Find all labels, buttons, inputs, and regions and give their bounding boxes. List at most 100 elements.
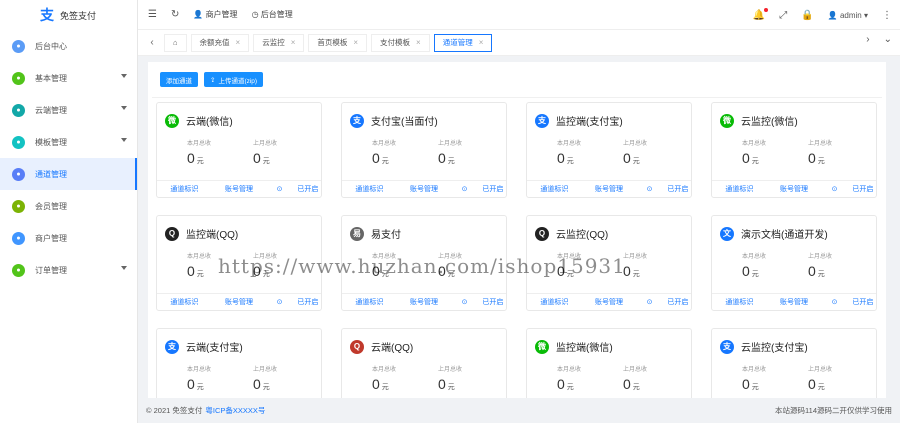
close-icon[interactable]: × xyxy=(416,38,421,47)
sidebar-item-label: 模板管理 xyxy=(35,137,67,147)
status-dot-icon: ⊙ xyxy=(646,299,653,306)
channel-tag-link[interactable]: 通道标识 xyxy=(712,294,767,310)
close-icon[interactable]: × xyxy=(353,38,358,47)
account-mgmt-link[interactable]: 账号管理 xyxy=(767,294,822,310)
channel-tag-link[interactable]: 通道标识 xyxy=(527,181,582,197)
month-label: 本月总收 xyxy=(557,141,582,147)
icp-link[interactable]: 粤ICP备XXXXX号 xyxy=(205,405,265,416)
status-dot-icon: ⊙ xyxy=(276,186,283,193)
account-mgmt-link[interactable]: 账号管理 xyxy=(397,294,452,310)
upload-icon: ⇪ xyxy=(210,76,216,84)
sidebar-item-label: 订单管理 xyxy=(35,265,67,275)
tab-item[interactable]: 通道管理 × xyxy=(433,33,493,52)
tab-label: 通道管理 xyxy=(442,38,473,47)
user-menu[interactable]: 👤 admin ▾ xyxy=(828,11,868,20)
menu-item-icon: ● xyxy=(12,199,25,213)
footer-note: 本站源码114源码二开仅供学习使用 xyxy=(775,406,892,415)
close-icon[interactable]: × xyxy=(291,38,296,47)
footer: © 2021 免签支付 粤ICP备XXXXX号 本站源码114源码二开仅供学习使… xyxy=(138,398,900,423)
channel-card: 微云端(微信) 本月总收 上月总收 0 元 0 元通道标识 账号管理 ⊙ 已开启 xyxy=(156,102,322,198)
card-actions: 通道标识 账号管理 ⊙ 已开启 xyxy=(342,180,506,197)
channel-name: 支付宝(当面付) xyxy=(371,117,438,128)
tab-prev-icon[interactable]: ‹ xyxy=(144,37,160,48)
sidebar-item[interactable]: ● 云端管理 xyxy=(0,94,137,126)
channel-tag-link[interactable]: 通道标识 xyxy=(342,294,397,310)
channel-tag-link[interactable]: 通道标识 xyxy=(712,181,767,197)
month-label: 本月总收 xyxy=(557,254,582,260)
last-month-label: 上月总收 xyxy=(808,141,833,147)
sidebar-item[interactable]: ● 会员管理 xyxy=(0,190,137,222)
home-icon: ⌂ xyxy=(173,38,178,47)
tab-dropdown-icon[interactable]: ⌄ xyxy=(884,34,892,45)
account-mgmt-link[interactable]: 账号管理 xyxy=(767,181,822,197)
header-actions: 🔔 ⤢ 🔒 👤 admin ▾ ⋮ xyxy=(753,0,892,30)
sidebar-item[interactable]: ● 订单管理 xyxy=(0,254,137,286)
wechat-icon: 微 xyxy=(535,339,549,354)
card-actions: 通道标识 账号管理 ⊙ 已开启 xyxy=(712,180,876,197)
channel-tag-link[interactable]: 通道标识 xyxy=(157,294,212,310)
channel-card: 微云监控(微信) 本月总收 上月总收 0 元 0 元通道标识 账号管理 ⊙ 已开启 xyxy=(711,102,877,198)
bell-icon[interactable]: 🔔 xyxy=(753,7,769,21)
status-toggle[interactable]: ⊙ 已开启 xyxy=(266,181,321,197)
status-toggle[interactable]: ⊙ 已开启 xyxy=(451,181,506,197)
tab-item[interactable]: 余额充值 × xyxy=(190,33,250,52)
brand[interactable]: 支 免签支付 xyxy=(0,0,137,30)
card-actions: 通道标识 账号管理 ⊙ 已开启 xyxy=(527,293,691,310)
sidebar-item-label: 基本管理 xyxy=(35,73,67,83)
status-dot-icon: ⊙ xyxy=(831,186,838,193)
tab-item[interactable]: 云监控 × xyxy=(253,33,305,52)
alipay-icon: 支 xyxy=(535,113,549,128)
sidebar-item-label: 通道管理 xyxy=(35,169,67,179)
notification-dot xyxy=(764,7,769,12)
close-icon[interactable]: × xyxy=(479,38,484,47)
menu-toggle-icon[interactable]: ☰ xyxy=(148,9,157,20)
add-channel-button[interactable]: 添加通道 xyxy=(160,72,198,87)
channel-tag-link[interactable]: 通道标识 xyxy=(527,294,582,310)
tab-item[interactable]: 首页模板 × xyxy=(308,33,368,52)
upload-channel-button[interactable]: ⇪ 上传通道(zip) xyxy=(204,72,264,87)
backend-link[interactable]: ◷ 后台管理 xyxy=(252,9,293,20)
last-month-value: 0元 xyxy=(808,150,825,166)
status-toggle[interactable]: ⊙ 已开启 xyxy=(636,181,691,197)
last-month-value: 0元 xyxy=(623,150,640,166)
status-toggle[interactable]: ⊙ 已开启 xyxy=(451,294,506,310)
sidebar-item[interactable]: ● 通道管理 xyxy=(0,158,137,190)
sidebar-item[interactable]: ● 模板管理 xyxy=(0,126,137,158)
lock-icon[interactable]: 🔒 xyxy=(801,10,813,21)
sidebar-item[interactable]: ● 商户管理 xyxy=(0,222,137,254)
account-mgmt-link[interactable]: 账号管理 xyxy=(212,181,267,197)
card-title: Q 监控端(QQ) xyxy=(165,226,238,241)
month-label: 本月总收 xyxy=(187,254,212,260)
sidebar-item[interactable]: ● 基本管理 xyxy=(0,62,137,94)
channel-tag-link[interactable]: 通道标识 xyxy=(342,181,397,197)
status-toggle[interactable]: ⊙ 已开启 xyxy=(821,181,876,197)
account-mgmt-link[interactable]: 账号管理 xyxy=(397,181,452,197)
status-toggle[interactable]: ⊙ 已开启 xyxy=(266,294,321,310)
tab-home[interactable]: ⌂ xyxy=(164,33,187,52)
top-header: ☰ ↻ 👤 商户管理 ◷ 后台管理 🔔 ⤢ 🔒 👤 admin ▾ ⋮ xyxy=(138,0,900,30)
tab-item[interactable]: 支付模板 × xyxy=(371,33,430,52)
card-title: 支云监控(支付宝) xyxy=(720,339,808,354)
tab-next-icon[interactable]: › xyxy=(866,34,869,45)
channel-tag-link[interactable]: 通道标识 xyxy=(157,181,212,197)
more-icon[interactable]: ⋮ xyxy=(882,10,892,21)
account-mgmt-link[interactable]: 账号管理 xyxy=(582,294,637,310)
account-mgmt-link[interactable]: 账号管理 xyxy=(212,294,267,310)
card-title: 微云端(微信) xyxy=(165,113,233,128)
sidebar-item-label: 会员管理 xyxy=(35,201,67,211)
merchant-link[interactable]: 👤 商户管理 xyxy=(193,9,237,20)
sidebar-item-label: 云端管理 xyxy=(35,105,67,115)
refresh-icon[interactable]: ↻ xyxy=(171,9,179,20)
status-toggle[interactable]: ⊙ 已开启 xyxy=(636,294,691,310)
avatar-icon: 👤 xyxy=(827,10,838,20)
fullscreen-icon[interactable]: ⤢ xyxy=(779,10,787,21)
app-root: 支 免签支付 ● 后台中心 ● 基本管理 ● 云端管理 ● 模板管理 ● 通道管理 ● 会员管理 ● 商户… xyxy=(0,0,900,423)
account-mgmt-link[interactable]: 账号管理 xyxy=(582,181,637,197)
month-label: 本月总收 xyxy=(742,254,767,260)
alipay-icon: 支 xyxy=(165,339,179,354)
close-icon[interactable]: × xyxy=(236,38,241,47)
card-actions: 通道标识 账号管理 ⊙ 已开启 xyxy=(527,180,691,197)
sidebar-item[interactable]: ● 后台中心 xyxy=(0,30,137,62)
status-toggle[interactable]: ⊙ 已开启 xyxy=(821,294,876,310)
card-title: 支支付宝(当面付) xyxy=(350,113,438,128)
